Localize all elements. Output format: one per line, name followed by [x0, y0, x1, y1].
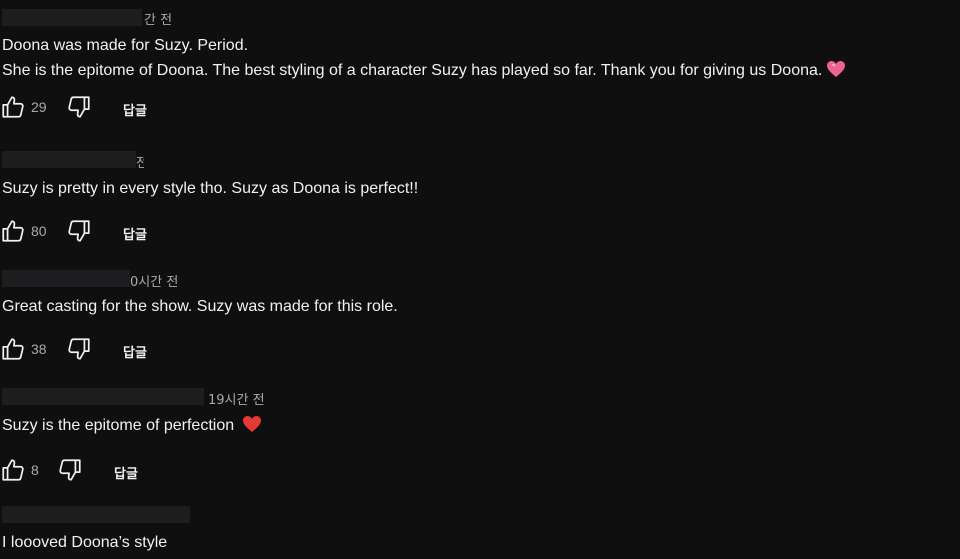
- pink-heart-icon: [826, 60, 846, 86]
- redacted-username: [2, 9, 142, 26]
- redacted-username: [2, 270, 130, 287]
- thumb-up-icon: [2, 338, 24, 360]
- comment-actions: 80 답글: [0, 218, 960, 254]
- comment-text-line: Suzy is pretty in every style tho. Suzy …: [2, 180, 419, 197]
- comment-timestamp[interactable]: 19시간 전: [208, 389, 265, 408]
- comment-text: She is the epitome of Doona. The best st…: [2, 62, 823, 79]
- comment-header: 전: [0, 145, 960, 173]
- comment-item: I loooved Doona’s style: [0, 500, 960, 555]
- like-button[interactable]: [0, 94, 26, 120]
- reply-button[interactable]: 답글: [123, 224, 147, 243]
- dislike-button[interactable]: [66, 336, 92, 362]
- red-heart-icon: [242, 415, 262, 441]
- comment-header: 간 전: [0, 0, 960, 28]
- comment-item: 전 Suzy is pretty in every style tho. Suz…: [0, 145, 960, 254]
- comment-item: 19시간 전 Suzy is the epitome of perfection…: [0, 381, 960, 493]
- like-button[interactable]: [0, 457, 26, 483]
- comment-text-line: She is the epitome of Doona. The best st…: [0, 58, 960, 86]
- thumb-up-icon: [2, 220, 24, 242]
- comment-actions: 29 답글: [0, 94, 960, 130]
- thumb-down-icon: [68, 96, 90, 118]
- comment-item: 0시간 전 Great casting for the show. Suzy w…: [0, 263, 960, 372]
- dislike-button[interactable]: [57, 457, 83, 483]
- thumb-down-icon: [59, 459, 81, 481]
- comment-actions: 38 답글: [0, 336, 960, 372]
- thumb-up-icon: [2, 459, 24, 481]
- like-count: 29: [31, 99, 47, 115]
- like-count: 80: [31, 223, 47, 239]
- dislike-button[interactable]: [66, 218, 92, 244]
- thumb-up-icon: [2, 96, 24, 118]
- redacted-username: [2, 388, 204, 405]
- comment-text-line: Suzy is the epitome of perfection: [0, 413, 960, 441]
- comment-actions: 8 답글: [0, 457, 960, 493]
- thumb-down-icon: [68, 220, 90, 242]
- comment-text-line: I loooved Doona’s style: [2, 534, 168, 551]
- comment-text-line: Doona was made for Suzy. Period.: [2, 37, 249, 54]
- like-count: 38: [31, 341, 47, 357]
- thumb-down-icon: [68, 338, 90, 360]
- comment-item: 간 전 Doona was made for Suzy. Period. She…: [0, 0, 960, 130]
- reply-button[interactable]: 답글: [123, 342, 147, 361]
- comment-timestamp[interactable]: 전: [136, 152, 144, 171]
- dislike-button[interactable]: [66, 94, 92, 120]
- comment-header: [0, 500, 960, 528]
- like-count: 8: [31, 462, 39, 478]
- redacted-username: [2, 506, 190, 523]
- reply-button[interactable]: 답글: [123, 100, 147, 119]
- comment-header: 19시간 전: [0, 381, 960, 409]
- comment-text: Suzy is the epitome of perfection: [2, 417, 235, 434]
- reply-button[interactable]: 답글: [114, 463, 138, 482]
- comment-text-line: Great casting for the show. Suzy was mad…: [2, 298, 398, 315]
- comment-timestamp[interactable]: 0시간 전: [130, 271, 178, 290]
- like-button[interactable]: [0, 336, 26, 362]
- redacted-username: [2, 151, 136, 168]
- like-button[interactable]: [0, 218, 26, 244]
- comment-header: 0시간 전: [0, 263, 960, 291]
- comment-timestamp[interactable]: 간 전: [144, 9, 172, 28]
